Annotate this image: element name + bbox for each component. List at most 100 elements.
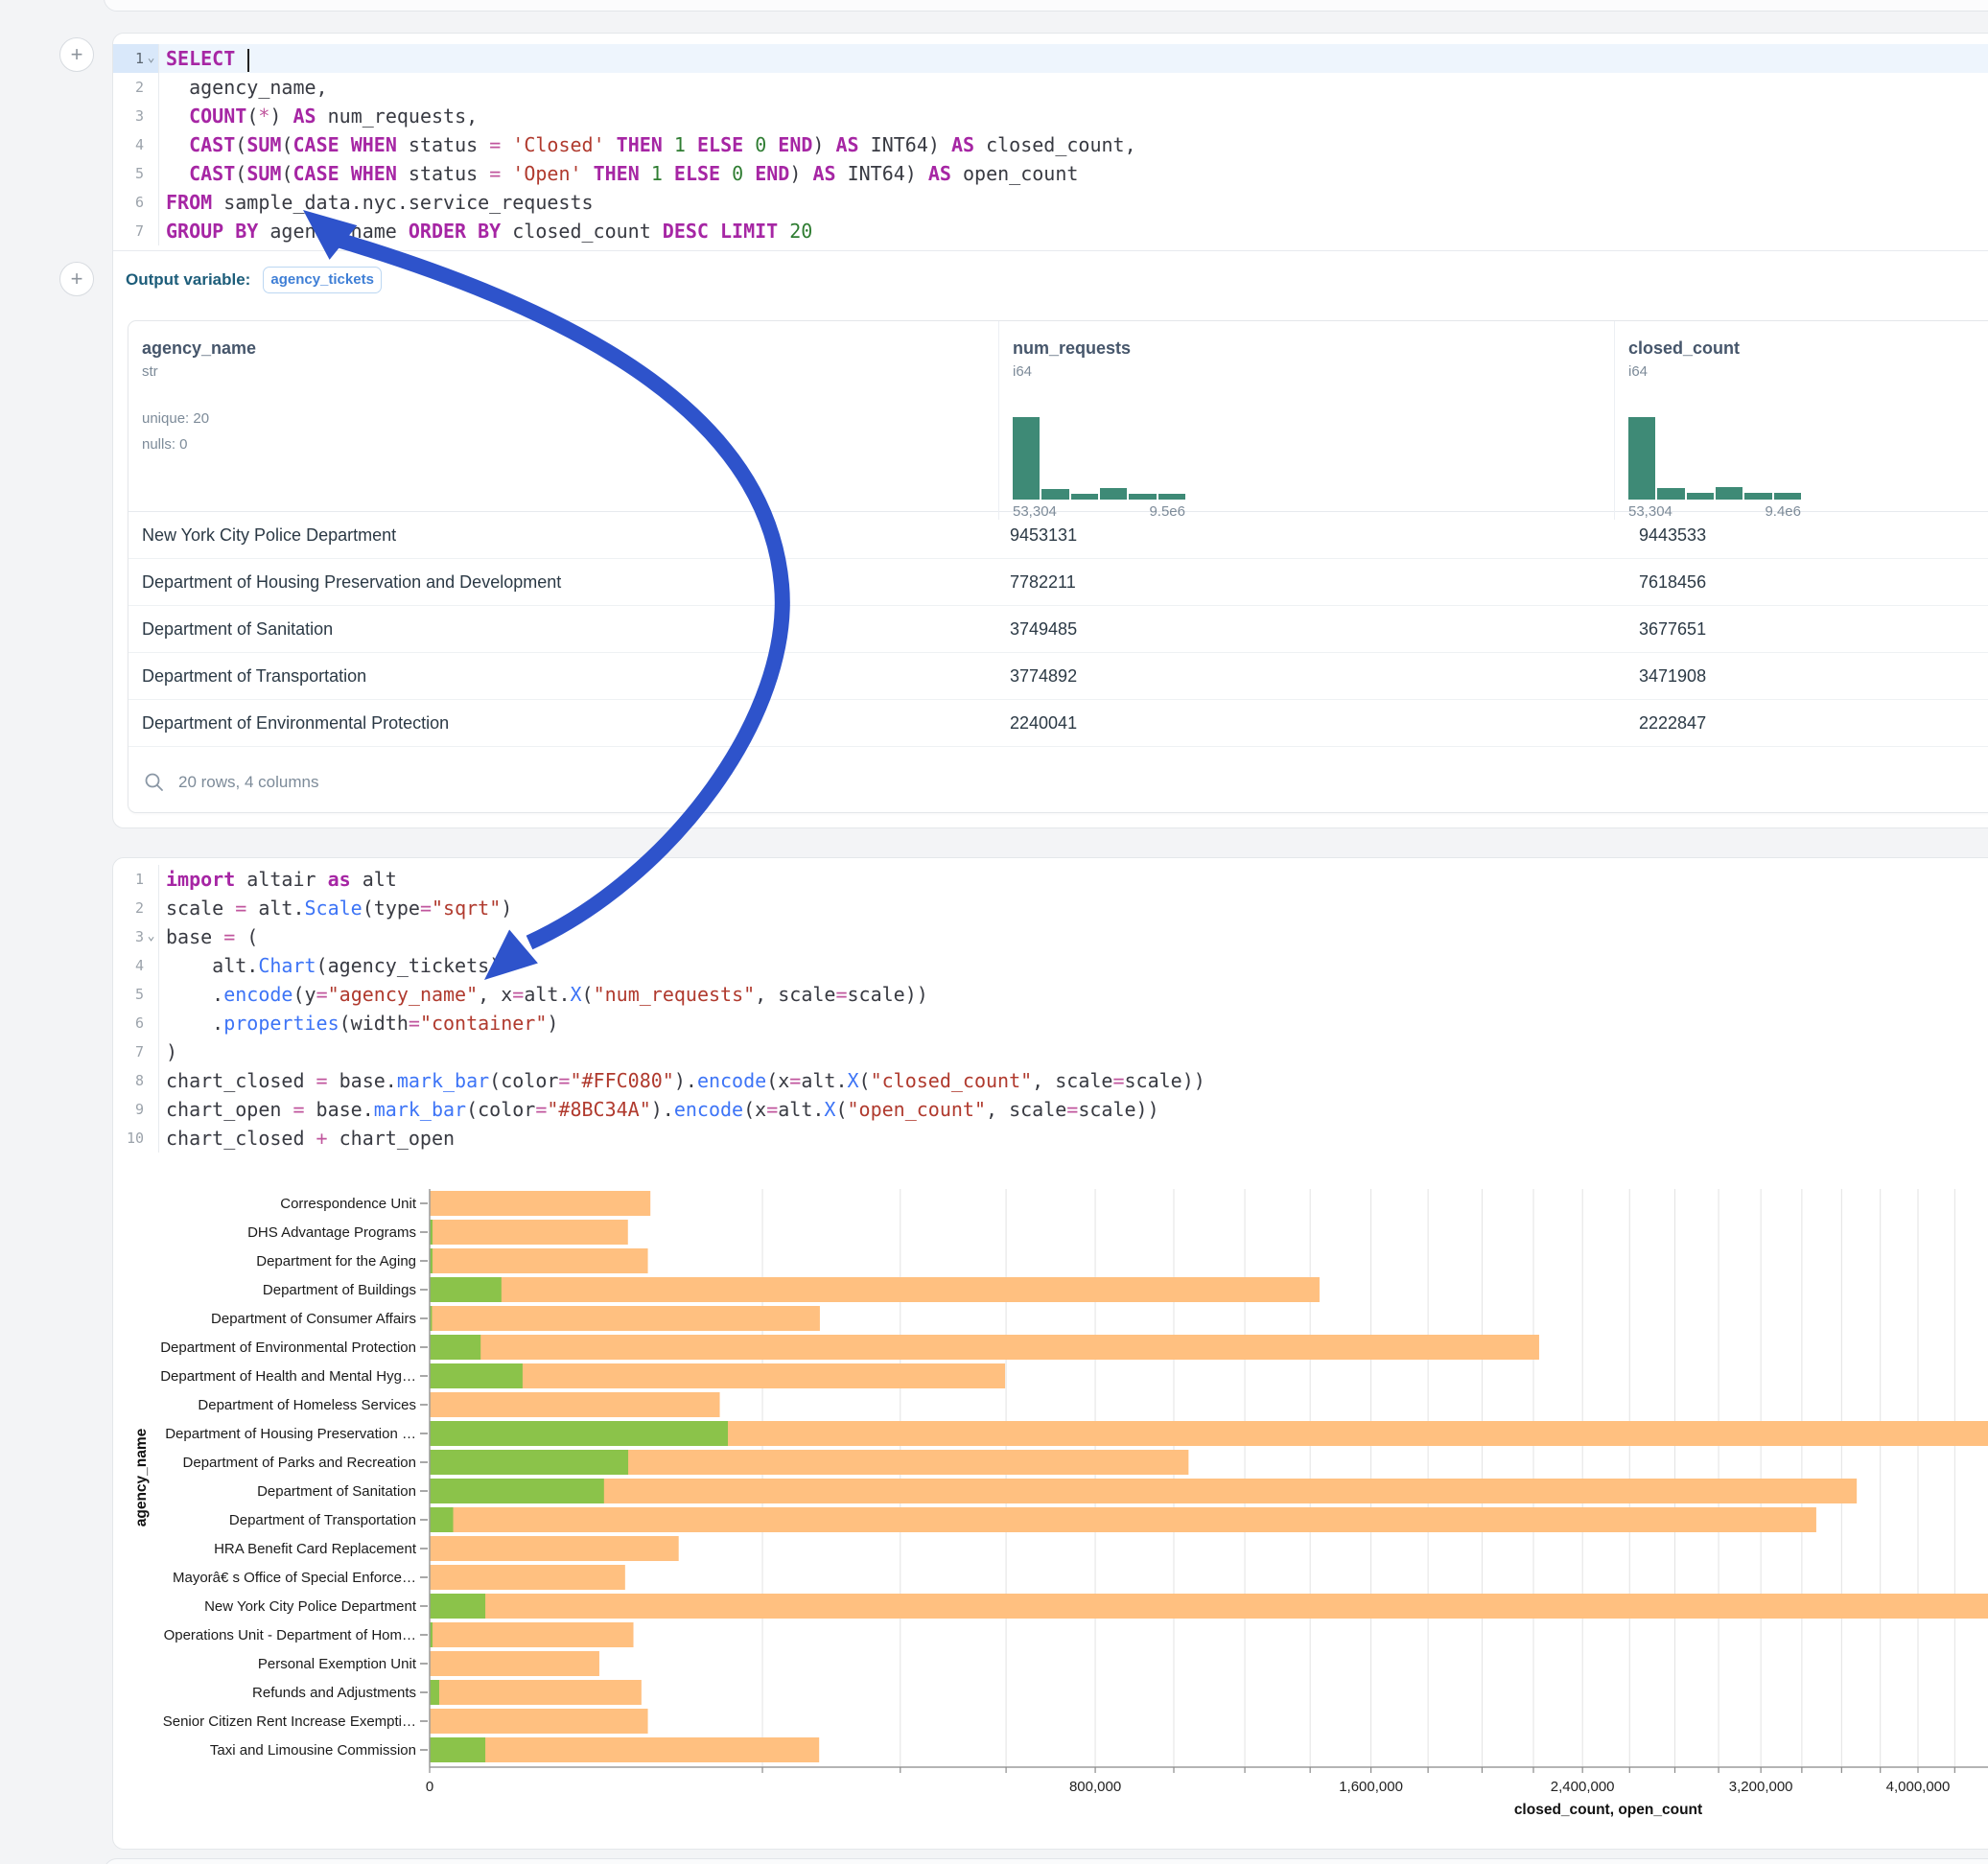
- python-line-4: 4 alt.Chart(agency_tickets): [113, 951, 1988, 980]
- python-line-8: 8chart_closed = base.mark_bar(color="#FF…: [113, 1066, 1988, 1095]
- cell-closed-count: 2222847: [1614, 713, 1988, 734]
- code-text: ): [158, 1037, 177, 1066]
- column-name: agency_name: [142, 338, 998, 361]
- cell-agency-name: Department of Housing Preservation and D…: [129, 572, 998, 593]
- line-number: 10: [113, 1124, 158, 1153]
- cell-agency-name: Department of Environmental Protection: [129, 713, 998, 734]
- sql-line-1: 1⌄SELECT: [113, 44, 1988, 73]
- table-row[interactable]: Department of Sanitation37494853677651: [129, 606, 1988, 653]
- line-number: 5: [113, 980, 158, 1009]
- code-text: chart_closed = base.mark_bar(color="#FFC…: [158, 1066, 1205, 1095]
- python-line-7: 7): [113, 1037, 1988, 1066]
- add-cell-button-top[interactable]: +: [59, 37, 94, 72]
- code-text: alt.Chart(agency_tickets): [158, 951, 501, 980]
- code-text: .properties(width="container"): [158, 1009, 558, 1037]
- table-row[interactable]: Department of Transportation377489234719…: [129, 653, 1988, 700]
- sql-line-3: 3 COUNT(*) AS num_requests,: [113, 102, 1988, 130]
- cell-num-requests: 7782211: [998, 572, 1614, 593]
- column-header-closed_count[interactable]: closed_counti64 53,3049.4e6: [1614, 321, 1988, 520]
- python-line-2: 2scale = alt.Scale(type="sqrt"): [113, 894, 1988, 922]
- column-header-agency_name[interactable]: agency_namestr unique: 20nulls: 0: [129, 321, 998, 520]
- search-icon[interactable]: [144, 772, 165, 793]
- cell-num-requests: 2240041: [998, 713, 1614, 734]
- sql-code-editor[interactable]: 1⌄SELECT 2 agency_name,3 COUNT(*) AS num…: [113, 34, 1988, 251]
- table-summary: 20 rows, 4 columns: [178, 773, 318, 792]
- python-code-editor[interactable]: 1import altair as alt2scale = alt.Scale(…: [113, 858, 1988, 1153]
- notebook-page: + + 1⌄SELECT 2 agency_name,3 COUNT(*) AS…: [0, 0, 1988, 1864]
- python-cell: 1import altair as alt2scale = alt.Scale(…: [112, 857, 1988, 1850]
- column-header-num_requests[interactable]: num_requestsi64 53,3049.5e6: [998, 321, 1614, 520]
- line-number: 2: [113, 894, 158, 922]
- cell-num-requests: 3749485: [998, 619, 1614, 640]
- line-number: 3⌄: [113, 922, 158, 951]
- column-histogram: [1628, 417, 1801, 500]
- table-header-row: agency_namestr unique: 20nulls: 0 num_requ…: [129, 321, 1988, 512]
- sql-cell: 1⌄SELECT 2 agency_name,3 COUNT(*) AS num…: [112, 33, 1988, 828]
- cell-closed-count: 9443533: [1614, 525, 1988, 546]
- histogram-range-labels: 53,3049.4e6: [1628, 503, 1801, 520]
- column-name: closed_count: [1628, 338, 1988, 361]
- output-variable-value: agency_tickets: [270, 271, 374, 288]
- python-line-3: 3⌄base = (: [113, 922, 1988, 951]
- code-text: CAST(SUM(CASE WHEN status = 'Open' THEN …: [158, 159, 1078, 188]
- table-row[interactable]: Department of Environmental Protection22…: [129, 700, 1988, 747]
- cell-agency-name: New York City Police Department: [129, 525, 998, 546]
- histogram-range-labels: 53,3049.5e6: [1013, 503, 1185, 520]
- table-body: New York City Police Department945313194…: [129, 512, 1988, 747]
- sql-line-4: 4 CAST(SUM(CASE WHEN status = 'Closed' T…: [113, 130, 1988, 159]
- column-name: num_requests: [1013, 338, 1614, 361]
- line-number: 5: [113, 159, 158, 188]
- cell-closed-count: 3471908: [1614, 666, 1988, 687]
- output-variable-row: Output variable: agency_tickets: [113, 251, 1988, 308]
- line-number: 7: [113, 217, 158, 245]
- code-text: .encode(y="agency_name", x=alt.X("num_re…: [158, 980, 928, 1009]
- python-line-10: 10chart_closed + chart_open: [113, 1124, 1988, 1153]
- code-text: COUNT(*) AS num_requests,: [158, 102, 478, 130]
- cell-closed-count: 3677651: [1614, 619, 1988, 640]
- fold-chevron-icon[interactable]: ⌄: [144, 44, 158, 73]
- result-table: agency_namestrunique: 20nulls: 0num_requ…: [128, 320, 1988, 813]
- line-number: 8: [113, 1066, 158, 1095]
- output-variable-pill[interactable]: agency_tickets: [263, 267, 382, 293]
- code-text: chart_closed + chart_open: [158, 1124, 455, 1153]
- sql-line-5: 5 CAST(SUM(CASE WHEN status = 'Open' THE…: [113, 159, 1988, 188]
- line-number: 7: [113, 1037, 158, 1066]
- line-number: 4: [113, 130, 158, 159]
- sql-line-6: 6FROM sample_data.nyc.service_requests: [113, 188, 1988, 217]
- line-number: 3: [113, 102, 158, 130]
- line-number: 2: [113, 73, 158, 102]
- next-cell-edge: [104, 1858, 1988, 1864]
- add-cell-button-output[interactable]: +: [59, 262, 94, 296]
- table-footer: 20 rows, 4 columns: [129, 747, 1988, 813]
- cell-closed-count: 7618456: [1614, 572, 1988, 593]
- code-text: agency_name,: [158, 73, 328, 102]
- line-number: 6: [113, 1009, 158, 1037]
- python-line-5: 5 .encode(y="agency_name", x=alt.X("num_…: [113, 980, 1988, 1009]
- code-text: import altair as alt: [158, 865, 397, 894]
- code-text: scale = alt.Scale(type="sqrt"): [158, 894, 512, 922]
- line-number: 1: [113, 865, 158, 894]
- column-dtype: i64: [1013, 363, 1614, 384]
- code-text: SELECT: [158, 44, 249, 73]
- column-dtype: i64: [1628, 363, 1988, 384]
- column-dtype: str: [142, 363, 998, 384]
- fold-chevron-icon[interactable]: ⌄: [144, 922, 158, 951]
- code-text: base = (: [158, 922, 258, 951]
- table-row[interactable]: Department of Housing Preservation and D…: [129, 559, 1988, 606]
- line-number: 6: [113, 188, 158, 217]
- python-line-1: 1import altair as alt: [113, 865, 1988, 894]
- code-text: FROM sample_data.nyc.service_requests: [158, 188, 594, 217]
- column-stats: unique: 20nulls: 0: [142, 406, 998, 457]
- column-histogram: [1013, 417, 1185, 500]
- python-line-9: 9chart_open = base.mark_bar(color="#8BC3…: [113, 1095, 1988, 1124]
- code-text: CAST(SUM(CASE WHEN status = 'Closed' THE…: [158, 130, 1136, 159]
- cell-num-requests: 3774892: [998, 666, 1614, 687]
- cell-agency-name: Department of Transportation: [129, 666, 998, 687]
- line-number: 1⌄: [113, 44, 158, 73]
- output-variable-label: Output variable:: [126, 270, 250, 290]
- code-text: GROUP BY agency_name ORDER BY closed_cou…: [158, 217, 812, 245]
- code-text: chart_open = base.mark_bar(color="#8BC34…: [158, 1095, 1159, 1124]
- cell-num-requests: 9453131: [998, 525, 1614, 546]
- python-line-6: 6 .properties(width="container"): [113, 1009, 1988, 1037]
- line-number: 9: [113, 1095, 158, 1124]
